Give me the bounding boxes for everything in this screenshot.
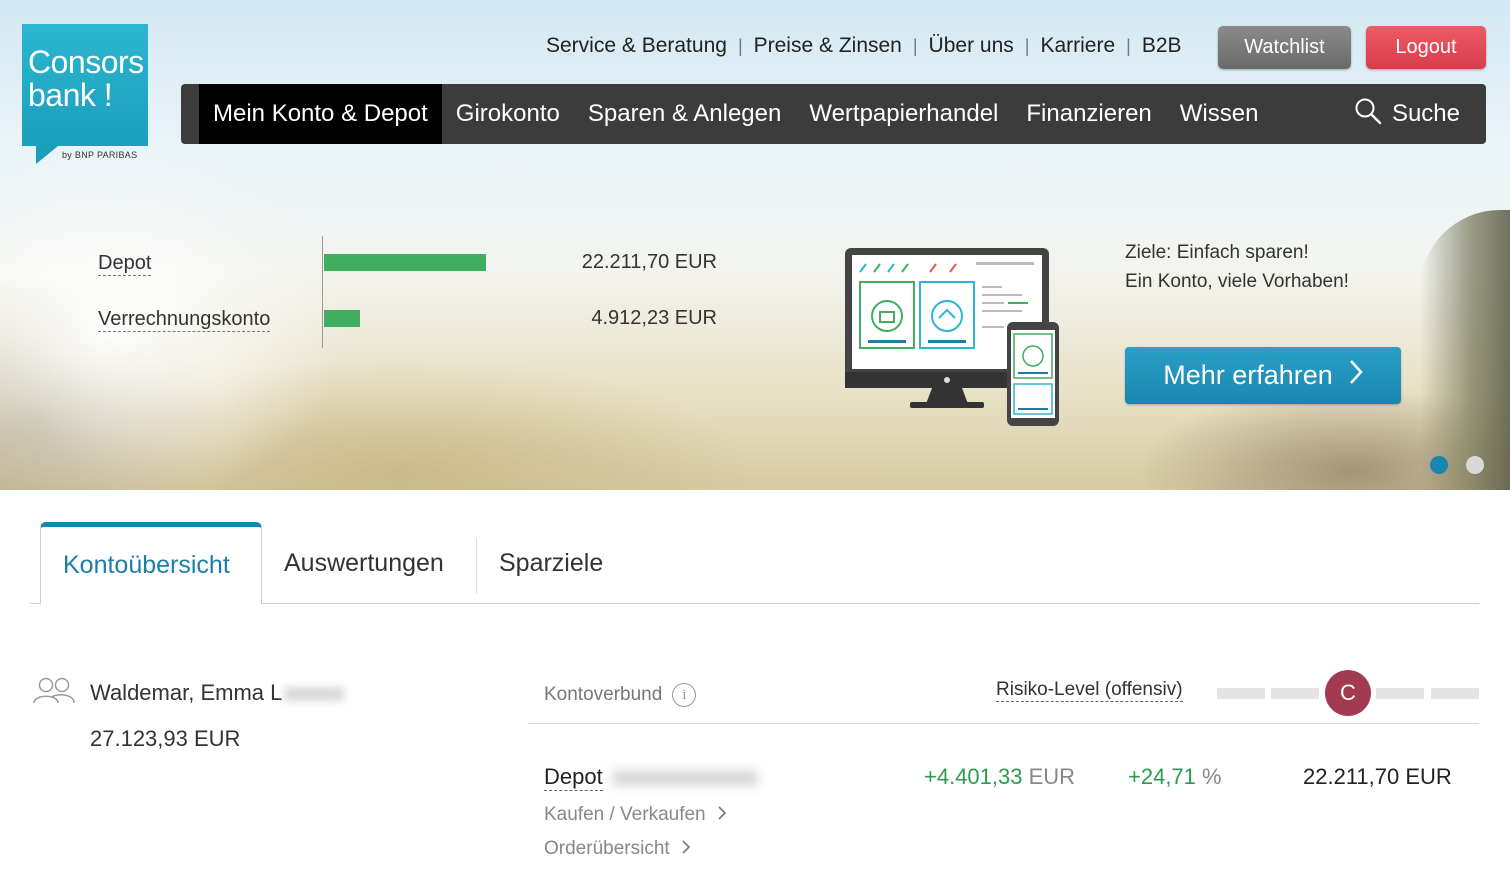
kaufen-verkaufen-label: Kaufen / Verkaufen [544, 804, 706, 825]
tab-sparziele[interactable]: Sparziele [477, 522, 625, 604]
owner-name: Waldemar, Emma L [90, 680, 345, 706]
logo-byline: by BNP PARIBAS [62, 150, 138, 160]
top-link-preise[interactable]: Preise & Zinsen [754, 34, 902, 58]
logo-text-line1: Consors [28, 44, 144, 80]
top-link-karriere[interactable]: Karriere [1040, 34, 1115, 58]
mehr-erfahren-label: Mehr erfahren [1163, 360, 1333, 390]
depot-change-abs-value: +4.401,33 [924, 764, 1023, 789]
hero-account-verrechnungskonto[interactable]: Verrechnungskonto [98, 307, 271, 332]
redacted-text [284, 687, 345, 702]
top-links: Service & Beratung | Preise & Zinsen | Ü… [546, 34, 1182, 58]
nav-item-sparen[interactable]: Sparen & Anlegen [574, 84, 796, 144]
hero-account-depot[interactable]: Depot [98, 251, 152, 276]
carousel-dot-2[interactable] [1466, 456, 1484, 474]
hero-person-image [1420, 210, 1510, 490]
consorsbank-logo[interactable]: Consors bank ! [22, 24, 148, 164]
depot-link[interactable]: Depot [544, 764, 603, 791]
carousel-dots [1430, 456, 1484, 474]
nav-item-mein-konto[interactable]: Mein Konto & Depot [199, 84, 442, 144]
risk-level-badge: C [1325, 670, 1371, 716]
nav-item-wertpapierhandel[interactable]: Wertpapierhandel [795, 84, 1012, 144]
owner-name-text: Waldemar, Emma L [90, 680, 283, 705]
nav-search[interactable]: Suche [1354, 84, 1460, 144]
logo-speech-tail [36, 146, 58, 164]
verrechnungskonto-bar [324, 310, 360, 327]
bar-axis [322, 236, 323, 348]
orderuebersicht-label: Orderübersicht [544, 838, 670, 859]
risk-level-label[interactable]: Risiko-Level (offensiv) [996, 678, 1183, 702]
kontoverbund-header: Kontoverbund i Risiko-Level (offensiv) C [528, 666, 1479, 724]
promo-line2: Ein Konto, viele Vorhaben! [1125, 271, 1349, 292]
depot-change-abs-unit: EUR [1028, 764, 1076, 789]
chevron-right-icon [682, 838, 690, 860]
top-link-service[interactable]: Service & Beratung [546, 34, 727, 58]
logout-button[interactable]: Logout [1366, 26, 1486, 69]
chevron-right-icon [1349, 359, 1363, 392]
depot-bar [324, 254, 486, 271]
risk-segment [1217, 688, 1265, 699]
risk-segment [1271, 688, 1319, 699]
risk-segment [1431, 688, 1479, 699]
top-link-b2b[interactable]: B2B [1142, 34, 1182, 58]
main-navigation: Mein Konto & Depot Girokonto Sparen & An… [181, 84, 1486, 144]
orderuebersicht-link[interactable]: Orderübersicht [544, 838, 690, 860]
depot-value: 22.211,70 EUR [581, 251, 717, 273]
depot-change-abs: +4.401,33 EUR [924, 764, 1075, 790]
tab-auswertungen[interactable]: Auswertungen [262, 522, 466, 604]
nav-item-wissen[interactable]: Wissen [1166, 84, 1273, 144]
nav-item-girokonto[interactable]: Girokonto [442, 84, 574, 144]
info-icon[interactable]: i [672, 683, 697, 707]
depot-change-pct: +24,71 % [1128, 764, 1222, 790]
search-label: Suche [1391, 100, 1460, 127]
search-icon [1354, 97, 1382, 132]
users-icon [33, 676, 75, 708]
owner-total: 27.123,93 EUR [90, 726, 241, 751]
separator: | [1024, 35, 1030, 56]
promo-line1: Ziele: Einfach sparen! [1125, 242, 1309, 263]
watchlist-button[interactable]: Watchlist [1218, 26, 1351, 69]
depot-change-pct-unit: % [1202, 764, 1222, 789]
separator: | [1126, 35, 1131, 56]
depot-change-pct-value: +24,71 [1128, 764, 1196, 789]
kontoverbund-label-group: Kontoverbund i [544, 683, 697, 707]
promo-text: Ziele: Einfach sparen! Ein Konto, viele … [1125, 238, 1349, 296]
mehr-erfahren-button[interactable]: Mehr erfahren [1125, 347, 1401, 404]
depot-total: 22.211,70 EUR [1303, 764, 1452, 789]
risk-segment [1376, 688, 1424, 699]
carousel-dot-1[interactable] [1430, 456, 1448, 474]
account-tabs: Kontoübersicht Auswertungen Sparziele [30, 522, 1479, 605]
nav-item-finanzieren[interactable]: Finanzieren [1012, 84, 1165, 144]
logo-text-line2: bank ! [28, 77, 113, 113]
redacted-depot-number [612, 770, 758, 786]
separator: | [912, 35, 918, 56]
tab-kontouebersicht[interactable]: Kontoübersicht [40, 522, 262, 605]
separator: | [737, 35, 743, 56]
kontoverbund-label: Kontoverbund [544, 684, 663, 705]
verrechnungskonto-value: 4.912,23 EUR [591, 307, 717, 329]
top-link-ueber-uns[interactable]: Über uns [929, 34, 1014, 58]
devices-illustration [844, 246, 1064, 432]
kaufen-verkaufen-link[interactable]: Kaufen / Verkaufen [544, 804, 726, 826]
chevron-right-icon [718, 804, 726, 826]
